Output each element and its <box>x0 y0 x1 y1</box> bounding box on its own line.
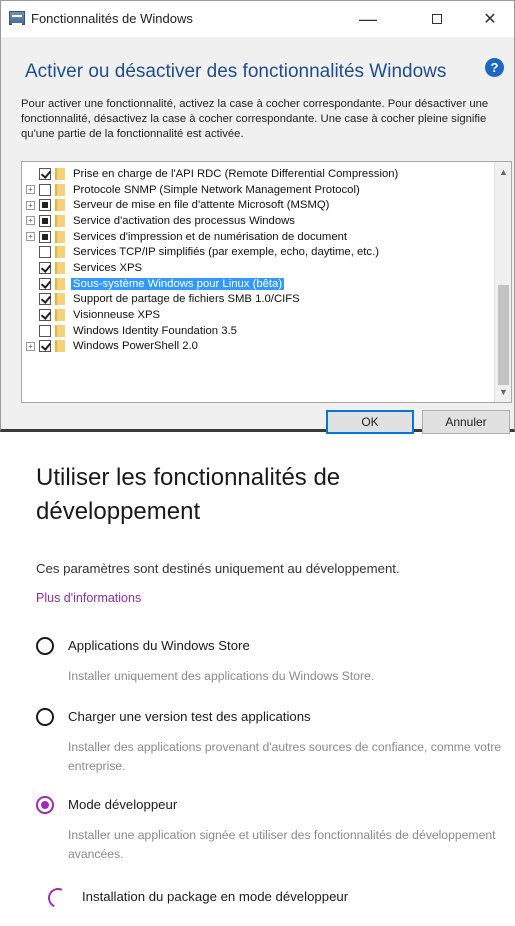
feature-label: Protocole SNMP (Simple Network Managemen… <box>73 183 360 196</box>
option-label: Charger une version test des application… <box>68 709 311 724</box>
folder-icon <box>55 261 65 274</box>
folder-icon <box>55 183 65 196</box>
feature-row[interactable]: Windows Identity Foundation 3.5 <box>22 323 492 339</box>
feature-row[interactable]: Prise en charge de l'API RDC (Remote Dif… <box>22 166 492 182</box>
expand-plus-icon[interactable]: + <box>26 232 35 242</box>
feature-checkbox[interactable] <box>39 246 51 259</box>
feature-checkbox[interactable] <box>39 277 51 290</box>
folder-icon <box>55 199 65 212</box>
scroll-down-icon[interactable]: ▼ <box>495 384 511 400</box>
feature-row[interactable]: + Services d'impression et de numérisatio… <box>22 229 492 245</box>
folder-icon <box>55 309 65 322</box>
feature-label: Windows PowerShell 2.0 <box>73 340 198 353</box>
feature-row[interactable]: Support de partage de fichiers SMB 1.0/C… <box>22 292 492 308</box>
feature-checkbox[interactable] <box>39 183 51 196</box>
option-description: Installer uniquement des applications du… <box>68 669 375 683</box>
feature-label: Services XPS <box>73 261 143 274</box>
feature-checkbox[interactable] <box>39 293 51 306</box>
feature-label: Support de partage de fichiers SMB 1.0/C… <box>73 293 300 306</box>
option-description: Installer des applications provenant d'a… <box>68 740 502 773</box>
feature-scrollbar[interactable]: ▲ ▼ <box>494 162 511 402</box>
feature-row[interactable]: + Service d'activation des processus Wind… <box>22 213 492 229</box>
feature-label: Services TCP/IP simplifiés (par exemple,… <box>73 246 379 259</box>
feature-row[interactable]: Sous-système Windows pour Linux (bêta) <box>22 276 492 292</box>
feature-list: Prise en charge de l'API RDC (Remote Dif… <box>22 166 492 354</box>
option-label: Applications du Windows Store <box>68 638 250 653</box>
feature-checkbox[interactable] <box>39 340 51 353</box>
feature-checkbox[interactable] <box>39 199 51 212</box>
maximize-icon <box>432 14 442 24</box>
feature-checkbox[interactable] <box>39 261 51 274</box>
feature-tree: Prise en charge de l'API RDC (Remote Dif… <box>21 161 512 403</box>
folder-icon <box>55 277 65 290</box>
feature-label: Service d'activation des processus Windo… <box>73 214 295 227</box>
feature-row[interactable]: Services TCP/IP simplifiés (par exemple,… <box>22 244 492 260</box>
folder-icon <box>55 230 65 243</box>
expand-plus-icon[interactable]: + <box>26 216 35 226</box>
folder-icon <box>55 293 65 306</box>
feature-row[interactable]: + Protocole SNMP (Simple Network Manageme… <box>22 182 492 198</box>
feature-label: Serveur de mise en file d'attente Micros… <box>73 199 330 212</box>
expand-plus-icon[interactable]: + <box>26 185 35 195</box>
feature-checkbox[interactable] <box>39 230 51 243</box>
expand-plus-icon[interactable]: + <box>26 341 35 351</box>
feature-label: Sous-système Windows pour Linux (bêta) <box>71 277 285 290</box>
folder-icon <box>55 214 65 227</box>
page-title: Utiliser les fonctionnalités de développ… <box>36 464 341 525</box>
expand-plus-icon[interactable]: + <box>26 200 35 210</box>
scroll-up-icon[interactable]: ▲ <box>495 164 511 180</box>
more-info-link[interactable]: Plus d'informations <box>36 591 141 605</box>
progress-spinner-icon <box>45 885 71 911</box>
window-features-icon <box>9 11 25 25</box>
minimize-button[interactable]: — <box>353 6 383 32</box>
feature-label: Services d'impression et de numérisation… <box>73 230 348 243</box>
radio-sideload-apps[interactable] <box>36 708 54 726</box>
feature-checkbox[interactable] <box>39 309 51 322</box>
help-icon[interactable]: ? <box>485 58 504 77</box>
install-progress: Installation du package en mode développ… <box>44 885 504 911</box>
feature-label: Visionneuse XPS <box>73 309 161 322</box>
feature-checkbox[interactable] <box>39 324 51 337</box>
settings-description: Ces paramètres sont destinés uniquement … <box>36 561 400 576</box>
feature-label: Windows Identity Foundation 3.5 <box>73 324 237 337</box>
maximize-button[interactable] <box>422 6 452 32</box>
radio-developer-mode[interactable] <box>36 796 54 814</box>
feature-row[interactable]: Visionneuse XPS <box>22 307 492 323</box>
folder-icon <box>55 167 65 180</box>
install-status-text: Installation du package en mode développ… <box>82 889 349 904</box>
scroll-thumb[interactable] <box>498 285 509 385</box>
feature-checkbox[interactable] <box>39 167 51 180</box>
feature-row[interactable]: + Serveur de mise en file d'attente Micro… <box>22 197 492 213</box>
feature-checkbox[interactable] <box>39 214 51 227</box>
developer-settings-panel: Utiliser les fonctionnalités de développ… <box>0 435 515 926</box>
option-label: Mode développeur <box>68 797 178 812</box>
folder-icon <box>55 324 65 337</box>
window-title: Fonctionnalités de Windows <box>31 11 193 26</box>
feature-label: Prise en charge de l'API RDC (Remote Dif… <box>73 167 399 180</box>
folder-icon <box>55 340 65 353</box>
option-description: Installer une application signée et util… <box>68 828 496 861</box>
title-bar: Fonctionnalités de Windows — ✕ <box>1 1 514 37</box>
folder-icon <box>55 246 65 259</box>
windows-features-dialog: Fonctionnalités de Windows — ✕ Activer o… <box>0 0 515 434</box>
radio-windows-store[interactable] <box>36 637 54 655</box>
close-button[interactable]: ✕ <box>475 6 505 32</box>
ok-button[interactable]: OK <box>326 410 414 434</box>
feature-row[interactable]: + Windows PowerShell 2.0 <box>22 339 492 355</box>
dialog-heading: Activer ou désactiver des fonctionnalité… <box>25 61 447 82</box>
feature-row[interactable]: Services XPS <box>22 260 492 276</box>
dialog-description: Pour activer une fonctionnalité, activez… <box>21 98 489 140</box>
cancel-button[interactable]: Annuler <box>422 410 510 434</box>
